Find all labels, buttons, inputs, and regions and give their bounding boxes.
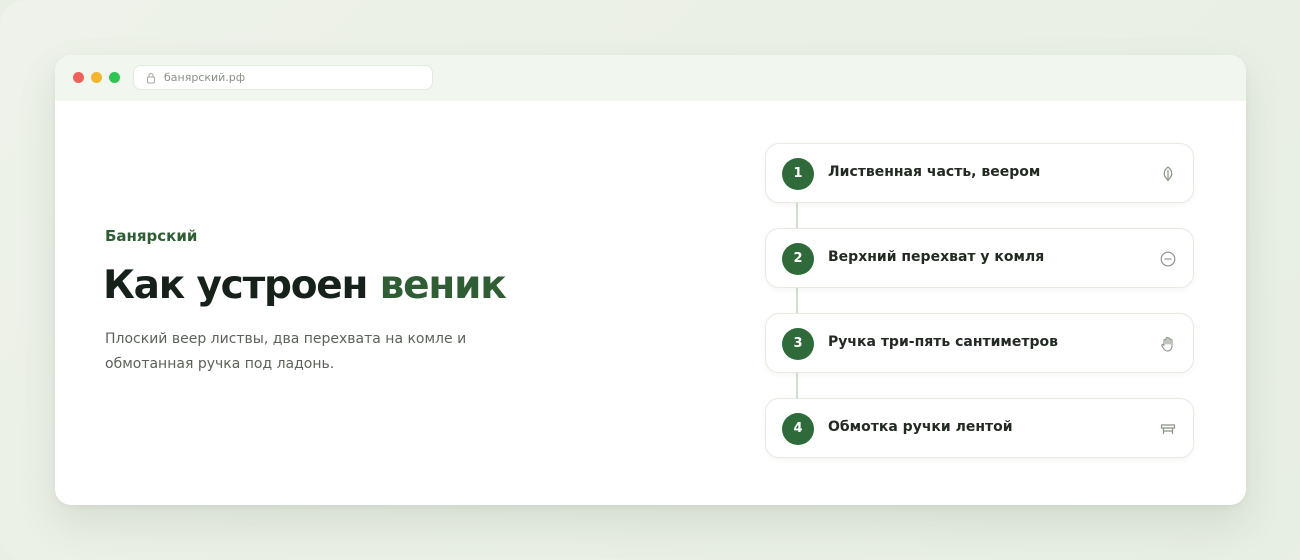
minimize-window-button[interactable] xyxy=(91,72,102,83)
step-card-4[interactable]: 4 Обмотка ручки лентой xyxy=(765,398,1194,458)
step-label: Верхний перехват у комля xyxy=(828,249,1045,265)
step-label: Лиственная часть, веером xyxy=(828,164,1041,180)
leaf-icon xyxy=(1163,166,1173,181)
page-title-main: Как устроен xyxy=(103,263,380,308)
bench-icon xyxy=(1160,424,1176,434)
page-description: Плоский веер листвы, два перехвата на ко… xyxy=(105,331,467,372)
step-number: 3 xyxy=(782,328,814,360)
maximize-window-button[interactable] xyxy=(109,72,120,83)
step-number: 1 xyxy=(782,158,814,190)
page-content: Банярский Как устроен веник Плоский веер… xyxy=(55,101,1246,505)
step-card-3[interactable]: 3 Ручка три-пять сантиметров xyxy=(765,313,1194,373)
close-window-button[interactable] xyxy=(73,72,84,83)
browser-window: банярский.рф Банярский Как устроен веник… xyxy=(55,55,1246,505)
hand-icon xyxy=(1161,336,1173,352)
page-background: банярский.рф Банярский Как устроен веник… xyxy=(0,0,1300,560)
brand-name: Банярский xyxy=(105,227,198,245)
browser-toolbar: банярский.рф xyxy=(55,55,1246,101)
step-number: 2 xyxy=(782,243,814,275)
step-label: Ручка три-пять сантиметров xyxy=(828,334,1058,350)
minus-circle-icon xyxy=(1160,251,1176,267)
page-title-accent: веник xyxy=(379,263,507,308)
page-title: Как устроен веник xyxy=(103,263,507,308)
step-card-2[interactable]: 2 Верхний перехват у комля xyxy=(765,228,1194,288)
address-bar[interactable]: банярский.рф xyxy=(133,65,433,90)
steps-connector-line xyxy=(796,183,798,433)
step-number: 4 xyxy=(782,413,814,445)
steps-list: 1 Лиственная часть, веером 2 Верхний пер… xyxy=(765,143,1195,463)
step-card-1[interactable]: 1 Лиственная часть, веером xyxy=(765,143,1194,203)
address-bar-url: банярский.рф xyxy=(164,71,246,84)
step-label: Обмотка ручки лентой xyxy=(828,419,1013,435)
lock-icon xyxy=(147,73,155,84)
